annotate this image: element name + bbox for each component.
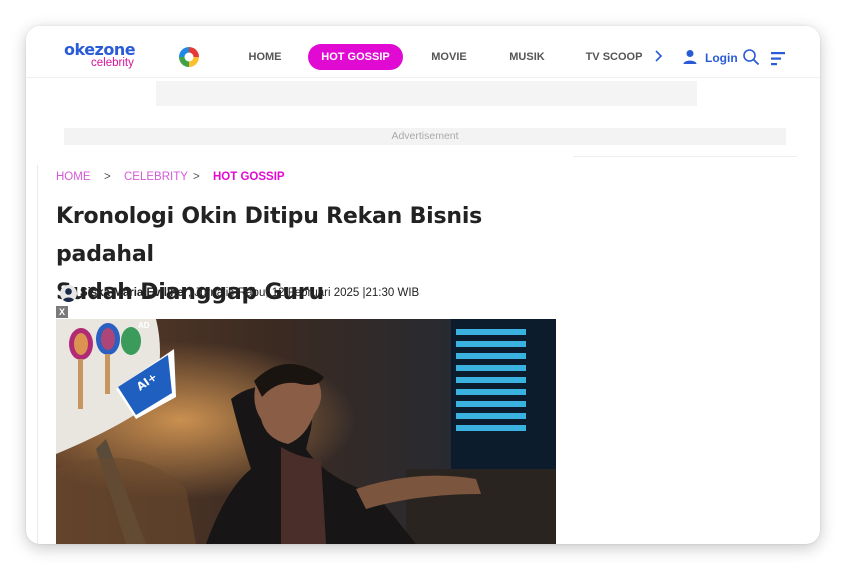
breadcrumb-separator: > bbox=[193, 171, 200, 183]
menu-icon[interactable] bbox=[771, 52, 787, 66]
nav-tv-scoop[interactable]: TV SCOOP bbox=[581, 44, 647, 70]
breadcrumb-hot-gossip[interactable]: HOT GOSSIP bbox=[213, 171, 285, 183]
logo-subtext: celebrity bbox=[91, 57, 134, 69]
nav-movie[interactable]: MOVIE bbox=[426, 44, 472, 70]
nav-musik[interactable]: MUSIK bbox=[504, 44, 550, 70]
author-name[interactable]: Siska Maria Eviline bbox=[80, 287, 184, 299]
breadcrumb-home[interactable]: HOME bbox=[56, 171, 91, 183]
login-label: Login bbox=[705, 51, 738, 65]
chevron-right-icon[interactable] bbox=[652, 48, 666, 64]
search-icon[interactable] bbox=[742, 48, 760, 66]
brand-circle-icon[interactable] bbox=[177, 45, 201, 69]
breadcrumb-separator: > bbox=[104, 171, 111, 183]
hero-photo: AI+ bbox=[56, 319, 556, 544]
article-hero-image: AI+ AD bbox=[56, 319, 556, 544]
top-navbar: okezone celebrity HOME HOT GOSSIP MOVIE … bbox=[26, 26, 820, 78]
article-meta: , Jurnalis-Rabu, 12 Februari 2025 |21:30… bbox=[188, 287, 420, 299]
close-ad-button[interactable]: X bbox=[56, 306, 68, 318]
advertisement-banner[interactable]: Advertisement bbox=[64, 128, 786, 145]
ad-badge: AD bbox=[138, 321, 150, 330]
site-logo[interactable]: okezone celebrity bbox=[64, 40, 146, 70]
user-icon bbox=[683, 50, 697, 64]
nav-hot-gossip[interactable]: HOT GOSSIP bbox=[308, 44, 403, 70]
top-ad-banner[interactable] bbox=[156, 81, 697, 106]
divider bbox=[37, 165, 38, 544]
article-title-line: Kronologi Okin Ditipu Rekan Bisnis padah… bbox=[56, 204, 483, 267]
nav-home[interactable]: HOME bbox=[240, 44, 290, 70]
browser-frame: okezone celebrity HOME HOT GOSSIP MOVIE … bbox=[26, 26, 820, 544]
avatar-icon bbox=[60, 285, 77, 302]
breadcrumb-celebrity[interactable]: CELEBRITY bbox=[124, 171, 188, 183]
divider bbox=[573, 156, 797, 157]
